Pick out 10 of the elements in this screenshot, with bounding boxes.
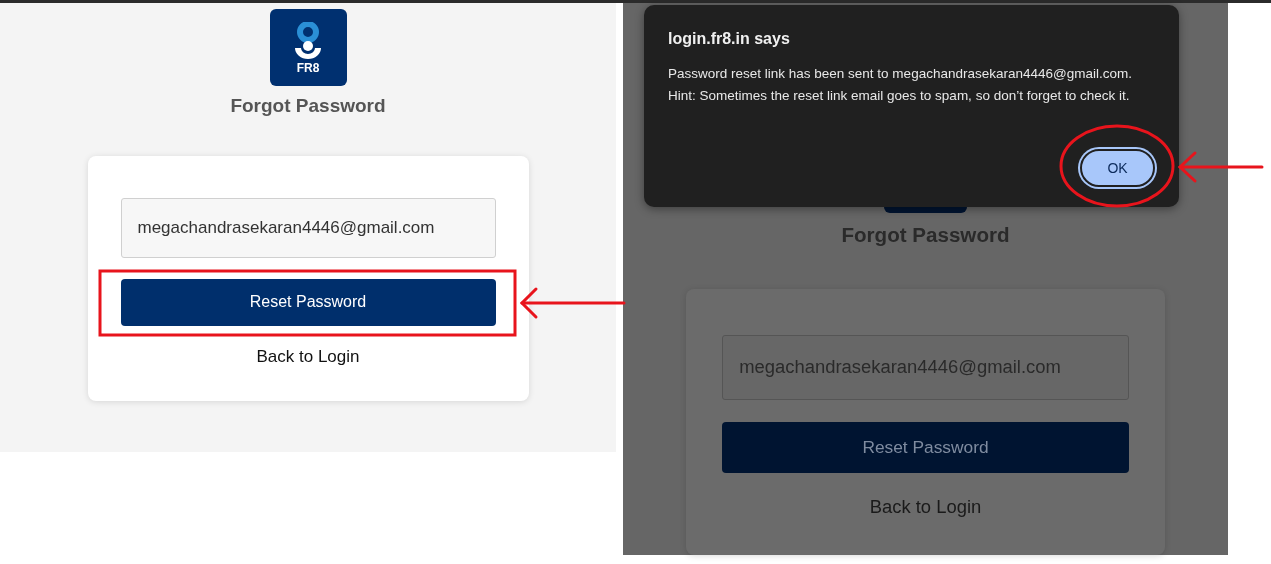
- email-field[interactable]: megachandrasekaran4446@gmail.com: [120, 197, 496, 258]
- page-title: Forgot Password: [230, 95, 386, 118]
- reset-password-button[interactable]: Reset Password: [722, 422, 1129, 474]
- ok-button[interactable]: OK: [1080, 149, 1155, 187]
- reset-password-button[interactable]: Reset Password: [120, 278, 496, 326]
- dialog-title: login.fr8.in says: [668, 29, 791, 49]
- dialog-message: Password reset link has been sent to megachandrasekaran4446@gmail.com. Hint: Sometimes the reset link email goes to spam, so don’t forget to check it.: [668, 65, 1133, 105]
- logo-text: FR8: [296, 61, 320, 74]
- back-to-login-link[interactable]: Back to Login: [256, 346, 360, 368]
- page-title: Forgot Password: [841, 223, 1010, 248]
